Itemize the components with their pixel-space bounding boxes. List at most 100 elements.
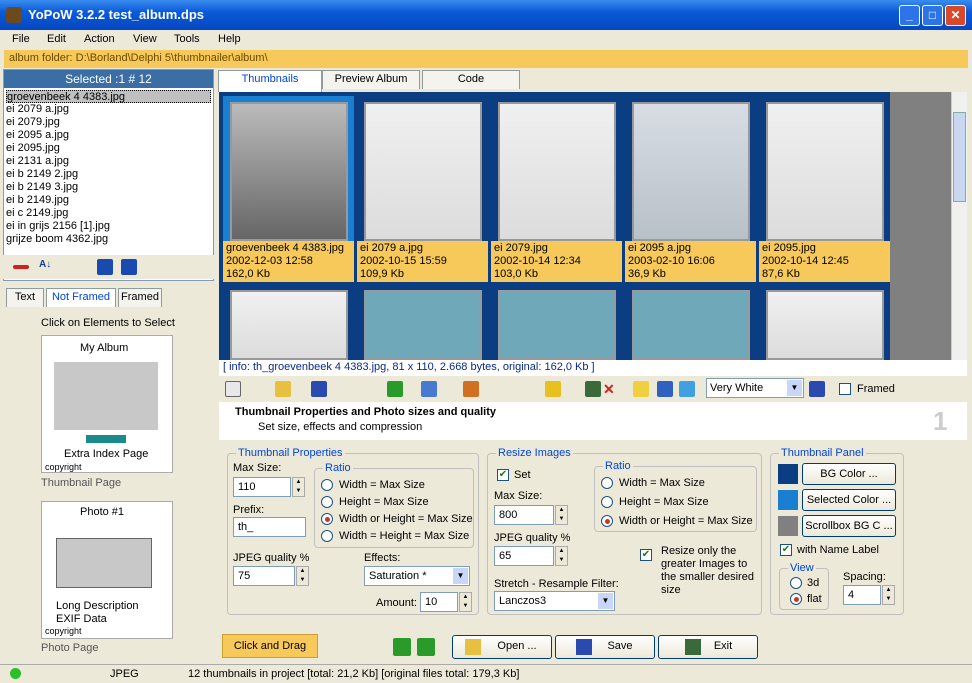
effects-select[interactable]: Saturation * ▼ [364, 566, 470, 586]
thumbnail-item[interactable] [625, 284, 756, 360]
menu-file[interactable]: File [12, 33, 30, 45]
chevron-down-icon[interactable]: ▼ [598, 593, 613, 609]
thumbnail-page-preview[interactable]: My Album Extra Index Page copyright [41, 335, 173, 473]
zoom-icon[interactable] [421, 381, 437, 397]
thumbnail-image[interactable] [230, 102, 348, 241]
thumbnail-item[interactable]: groevenbeek 4 4383.jpg 2002-12-03 12:58 … [223, 96, 354, 282]
previous-arrow-icon[interactable] [393, 638, 411, 656]
thumbnail-image[interactable] [632, 290, 750, 360]
amount-input[interactable]: 10 [420, 592, 458, 612]
prefix-input[interactable]: th_ [233, 517, 306, 537]
move-top-icon[interactable] [97, 259, 113, 275]
open-folder-icon[interactable] [275, 381, 291, 397]
list-item[interactable]: ei 2131 a.jpg [6, 155, 211, 168]
scroll-thumb[interactable] [953, 112, 966, 202]
list-item[interactable]: ei 2079.jpg [6, 116, 211, 129]
ratio-radio[interactable] [321, 513, 333, 525]
view-3d-radio[interactable] [790, 577, 802, 589]
name-label-checkbox[interactable]: ✔ [780, 544, 792, 556]
thumbnail-image[interactable] [364, 102, 482, 241]
ratio-radio[interactable] [321, 479, 333, 491]
photo-title[interactable]: Photo #1 [80, 506, 124, 518]
ratio-radio[interactable] [601, 477, 613, 489]
list-item[interactable]: ei c 2149.jpg [6, 207, 211, 220]
resize-jpeg-quality-input[interactable]: 65 [494, 546, 554, 566]
tab-framed[interactable]: Framed [118, 288, 162, 307]
resample-filter-select[interactable]: Lanczos3 ▼ [494, 591, 615, 611]
view-flat-radio[interactable] [790, 593, 802, 605]
list-item[interactable]: ei b 2149 3.jpg [6, 181, 211, 194]
jpeg-quality-input[interactable]: 75 [233, 566, 295, 586]
resize-max-size-stepper[interactable]: ▲ ▼ [555, 505, 568, 525]
menu-view[interactable]: View [133, 33, 157, 45]
chevron-down-icon[interactable]: ▼ [453, 568, 468, 584]
thumbnail-item[interactable] [223, 284, 354, 360]
list-item[interactable]: ei in grijs 2156 [1].jpg [6, 220, 211, 233]
tab-not-framed[interactable]: Not Framed [46, 288, 116, 307]
menu-edit[interactable]: Edit [47, 33, 66, 45]
thumbnail-item[interactable] [357, 284, 488, 360]
scrollbox-color-button[interactable]: Scrollbox BG C ... [802, 515, 896, 537]
exif-data[interactable]: EXIF Data [56, 613, 107, 625]
open-button[interactable]: Open ... [452, 635, 552, 659]
resize-jpeg-quality-stepper[interactable]: ▲ ▼ [555, 546, 568, 566]
jpeg-quality-stepper[interactable]: ▲ ▼ [296, 566, 309, 586]
thumbnail-item[interactable]: ei 2095.jpg 2002-10-14 12:45 87,6 Kb [759, 96, 890, 282]
thumbnail-image[interactable] [766, 290, 884, 360]
list-item[interactable]: ei 2095 a.jpg [6, 129, 211, 142]
vertical-scrollbar[interactable] [951, 92, 967, 360]
thumbnail-item[interactable]: ei 2079 a.jpg 2002-10-15 15:59 109,9 Kb [357, 96, 488, 282]
ratio-radio[interactable] [321, 530, 333, 542]
copyright-label[interactable]: copyright [45, 626, 82, 636]
list-item[interactable]: ei b 2149.jpg [6, 194, 211, 207]
move-bottom-icon[interactable] [121, 259, 137, 275]
album-title[interactable]: My Album [80, 342, 128, 354]
tab-preview-album[interactable]: Preview Album [322, 70, 420, 89]
chevron-down-icon[interactable]: ▼ [787, 380, 802, 396]
list-item[interactable]: ei b 2149 2.jpg [6, 168, 211, 181]
thumbnail-image[interactable] [498, 102, 616, 241]
menu-help[interactable]: Help [218, 33, 241, 45]
remove-icon[interactable] [13, 265, 29, 269]
save-button[interactable]: Save [555, 635, 655, 659]
thumbnail-image[interactable] [632, 102, 750, 241]
minimize-button[interactable]: _ [899, 5, 920, 26]
help-icon[interactable] [633, 381, 649, 397]
selected-color-button[interactable]: Selected Color ... [802, 489, 896, 511]
bg-color-button[interactable]: BG Color ... [802, 463, 896, 485]
thumbnail-item[interactable]: ei 2079.jpg 2002-10-14 12:34 103,0 Kb [491, 96, 622, 282]
add-icon[interactable] [387, 381, 403, 397]
pencil-icon[interactable] [463, 381, 479, 397]
lightning-icon[interactable] [545, 381, 561, 397]
amount-stepper[interactable]: ▲ ▼ [459, 592, 472, 612]
thumbnail-image[interactable] [498, 290, 616, 360]
exit-door-icon[interactable] [585, 381, 601, 397]
thumbnail-image[interactable] [230, 290, 348, 360]
close-button[interactable]: ✕ [945, 5, 966, 26]
tab-text[interactable]: Text [6, 288, 44, 307]
extra-index-page[interactable]: Extra Index Page [64, 448, 148, 460]
info-icon[interactable] [657, 381, 673, 397]
menu-action[interactable]: Action [84, 33, 115, 45]
list-item[interactable]: ei 2095.jpg [6, 142, 211, 155]
menu-tools[interactable]: Tools [174, 33, 200, 45]
spacing-stepper[interactable]: ▲ ▼ [882, 585, 895, 605]
list-item[interactable]: grijze boom 4362.jpg [6, 233, 211, 246]
max-size-input[interactable]: 110 [233, 477, 291, 497]
long-description[interactable]: Long Description [56, 600, 139, 612]
resize-only-greater-checkbox[interactable]: ✔ [640, 549, 652, 561]
ratio-radio[interactable] [601, 496, 613, 508]
thumbnail-item[interactable]: ei 2095 a.jpg 2003-02-10 16:06 36,9 Kb [625, 96, 756, 282]
maximize-button[interactable]: □ [922, 5, 943, 26]
delete-icon[interactable]: ✕ [603, 381, 619, 397]
max-size-stepper[interactable]: ▲ ▼ [292, 477, 305, 497]
photo-page-preview[interactable]: Photo #1 Long Description EXIF Data copy… [41, 501, 173, 639]
set-checkbox[interactable]: ✔ [497, 469, 509, 481]
index-grid[interactable] [54, 362, 158, 430]
tab-code[interactable]: Code [422, 70, 520, 89]
next-arrow-icon[interactable] [417, 638, 435, 656]
color-select[interactable]: Very White ▼ [706, 378, 804, 398]
tab-thumbnails[interactable]: Thumbnails [218, 70, 322, 92]
copyright-label[interactable]: copyright [45, 462, 82, 472]
sort-icon[interactable]: A↓ [39, 259, 55, 275]
